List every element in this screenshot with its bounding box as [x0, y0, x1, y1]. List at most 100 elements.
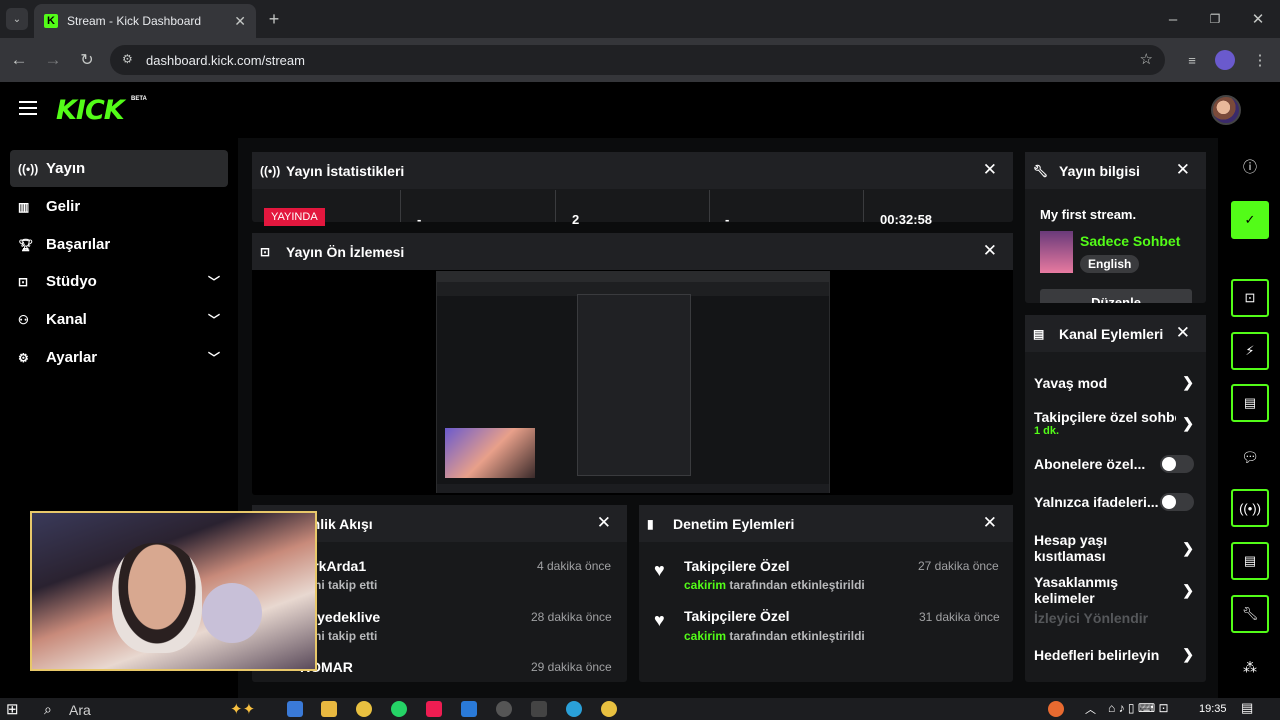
- close-icon[interactable]: ✕: [983, 241, 997, 261]
- kick-favicon-icon: K: [44, 14, 58, 28]
- mod-time: 31 dakika önce: [919, 610, 1000, 624]
- toggle-switch[interactable]: [1160, 493, 1194, 511]
- sidebar-item-kanal[interactable]: ⚇ Kanal ﹀: [10, 301, 228, 338]
- stream-preview-video[interactable]: [436, 271, 830, 493]
- tray-chevron-icon[interactable]: ︿: [1085, 701, 1096, 717]
- action-emotes-only[interactable]: Yalnızca ifadeleri...: [1034, 493, 1194, 511]
- stat-value: -: [725, 212, 730, 227]
- action-slow-mode[interactable]: Yavaş mod ❯: [1034, 374, 1194, 391]
- back-icon[interactable]: ←: [8, 49, 30, 71]
- divider: [863, 190, 864, 222]
- panel-title: Denetim Eylemleri: [673, 515, 795, 532]
- bookmark-star-icon[interactable]: ☆: [1140, 50, 1153, 68]
- panel-header: ▤ Kanal Eylemleri ✕: [1025, 315, 1206, 352]
- toggle-switch[interactable]: [1160, 455, 1194, 473]
- hamburger-menu-icon[interactable]: [19, 101, 37, 115]
- taskbar-search[interactable]: Ara: [69, 702, 91, 718]
- sidebar-item-yayin[interactable]: ((•)) Yayın: [10, 150, 228, 187]
- edit-button[interactable]: Düzenle: [1040, 289, 1192, 303]
- window-close-icon[interactable]: ✕: [1248, 9, 1268, 29]
- trophy-icon: 🏆︎: [18, 237, 34, 252]
- sidebar-item-ayarlar[interactable]: ⚙ Ayarlar ﹀: [10, 339, 228, 376]
- divider: [555, 190, 556, 222]
- browser-menu-icon[interactable]: ⋮: [1249, 49, 1271, 71]
- notification-icon[interactable]: ▤: [1241, 700, 1253, 716]
- preview-webcam: [445, 428, 535, 478]
- minimize-icon[interactable]: –: [1163, 9, 1183, 29]
- panel-title: Kanal Eylemleri: [1059, 325, 1164, 342]
- notes-icon[interactable]: ▤: [1231, 384, 1269, 422]
- beta-badge: BETA: [131, 96, 147, 102]
- app-icon[interactable]: [531, 701, 547, 717]
- close-icon[interactable]: ✕: [597, 513, 611, 533]
- url-bar[interactable]: ⚙ dashboard.kick.com/stream ☆: [110, 45, 1165, 75]
- stat-value: 2: [572, 212, 580, 227]
- whatsapp-icon[interactable]: [391, 701, 407, 717]
- wrench-icon: 🔧︎: [1033, 163, 1049, 178]
- action-sub-value: 1 dk.: [1034, 425, 1060, 437]
- new-tab-icon[interactable]: +: [264, 9, 284, 29]
- sidebar-item-basarilar[interactable]: 🏆︎ Başarılar: [10, 226, 228, 263]
- chrome-icon[interactable]: [356, 701, 372, 717]
- mod-action-title: Takipçilere Özel: [684, 608, 790, 624]
- preview-icon: ⊡: [260, 244, 271, 259]
- preview-browser-bar: [437, 272, 829, 282]
- mod-username[interactable]: cakirim: [684, 629, 726, 643]
- maximize-icon[interactable]: ❐: [1205, 9, 1225, 29]
- lightning-icon[interactable]: ⚡︎: [1231, 332, 1269, 370]
- obs-icon[interactable]: [496, 701, 512, 717]
- taskbar-clock[interactable]: 19:35: [1199, 703, 1227, 715]
- mod-action-desc: tarafından etkinleştirildi: [729, 578, 865, 592]
- stream-title: My first stream.: [1040, 207, 1137, 222]
- vscode-icon[interactable]: [461, 701, 477, 717]
- tray-icons[interactable]: ⌂ ♪ ▯ ⌨ ⊡: [1108, 701, 1169, 715]
- check-icon[interactable]: ✓: [1231, 201, 1269, 239]
- sidebar-item-label: Yayın: [46, 160, 86, 177]
- sidebar-item-studyo[interactable]: ⊡ Stüdyo ﹀: [10, 263, 228, 300]
- chat-icon[interactable]: 💬︎: [1238, 445, 1262, 469]
- browser-tab[interactable]: K Stream - Kick Dashboard ✕: [34, 4, 256, 38]
- mod-username[interactable]: cakirim: [684, 578, 726, 592]
- channel-icon[interactable]: ▤: [1231, 542, 1269, 580]
- feed-time: 29 dakika önce: [531, 660, 612, 674]
- telegram-icon[interactable]: [566, 701, 582, 717]
- wrench-icon[interactable]: 🔧︎: [1231, 595, 1269, 633]
- user-avatar[interactable]: [1211, 95, 1241, 125]
- forward-icon[interactable]: →: [42, 49, 64, 71]
- category-link[interactable]: Sadece Sohbet: [1080, 233, 1180, 249]
- action-account-age[interactable]: Hesap yaşı kısıtlaması ❯: [1034, 532, 1194, 564]
- sidebar-item-gelir[interactable]: ▥ Gelir: [10, 188, 228, 225]
- sidebar-item-label: Gelir: [46, 198, 81, 215]
- desktop-icon[interactable]: [287, 701, 303, 717]
- tab-close-icon[interactable]: ✕: [234, 13, 246, 30]
- preview-icon[interactable]: ⊡: [1231, 279, 1269, 317]
- info-icon[interactable]: ⓘ: [1238, 155, 1262, 179]
- channel-icon: ▤: [1033, 326, 1045, 341]
- action-subscribers-only[interactable]: Abonelere özel...: [1034, 455, 1194, 473]
- close-icon[interactable]: ✕: [1176, 160, 1190, 180]
- tab-search-chevron-icon[interactable]: ⌄: [6, 8, 28, 30]
- windows-start-icon[interactable]: ⊞: [6, 700, 19, 718]
- close-icon[interactable]: ✕: [983, 160, 997, 180]
- close-icon[interactable]: ✕: [1176, 323, 1190, 343]
- apps-icon[interactable]: ⁂: [1238, 655, 1262, 679]
- tray-app-icon[interactable]: [1048, 701, 1064, 717]
- action-banned-words[interactable]: Yasaklanmış kelimeler ❯: [1034, 574, 1194, 606]
- action-followers-only[interactable]: Takipçilere özel sohbe 1 dk. ❯: [1034, 409, 1194, 437]
- reload-icon[interactable]: ↻: [76, 49, 98, 71]
- action-set-goals[interactable]: Hedefleri belirleyin ❯: [1034, 646, 1194, 663]
- chrome-active-icon[interactable]: [601, 701, 617, 717]
- reading-list-icon[interactable]: ≡: [1181, 49, 1203, 71]
- folder-icon[interactable]: [321, 701, 337, 717]
- url-text: dashboard.kick.com/stream: [146, 52, 305, 68]
- site-info-icon[interactable]: ⚙: [122, 52, 133, 66]
- gear-icon: ⚙: [18, 350, 29, 365]
- kick-logo[interactable]: KICK: [56, 95, 125, 126]
- close-icon[interactable]: ✕: [983, 513, 997, 533]
- tiktok-icon[interactable]: [426, 701, 442, 717]
- action-label: Yavaş mod: [1034, 374, 1108, 391]
- profile-icon[interactable]: [1215, 50, 1235, 70]
- search-icon[interactable]: ⌕: [44, 701, 52, 718]
- broadcast-icon[interactable]: ((•)): [1231, 489, 1269, 527]
- action-label: Hedefleri belirleyin: [1034, 646, 1160, 663]
